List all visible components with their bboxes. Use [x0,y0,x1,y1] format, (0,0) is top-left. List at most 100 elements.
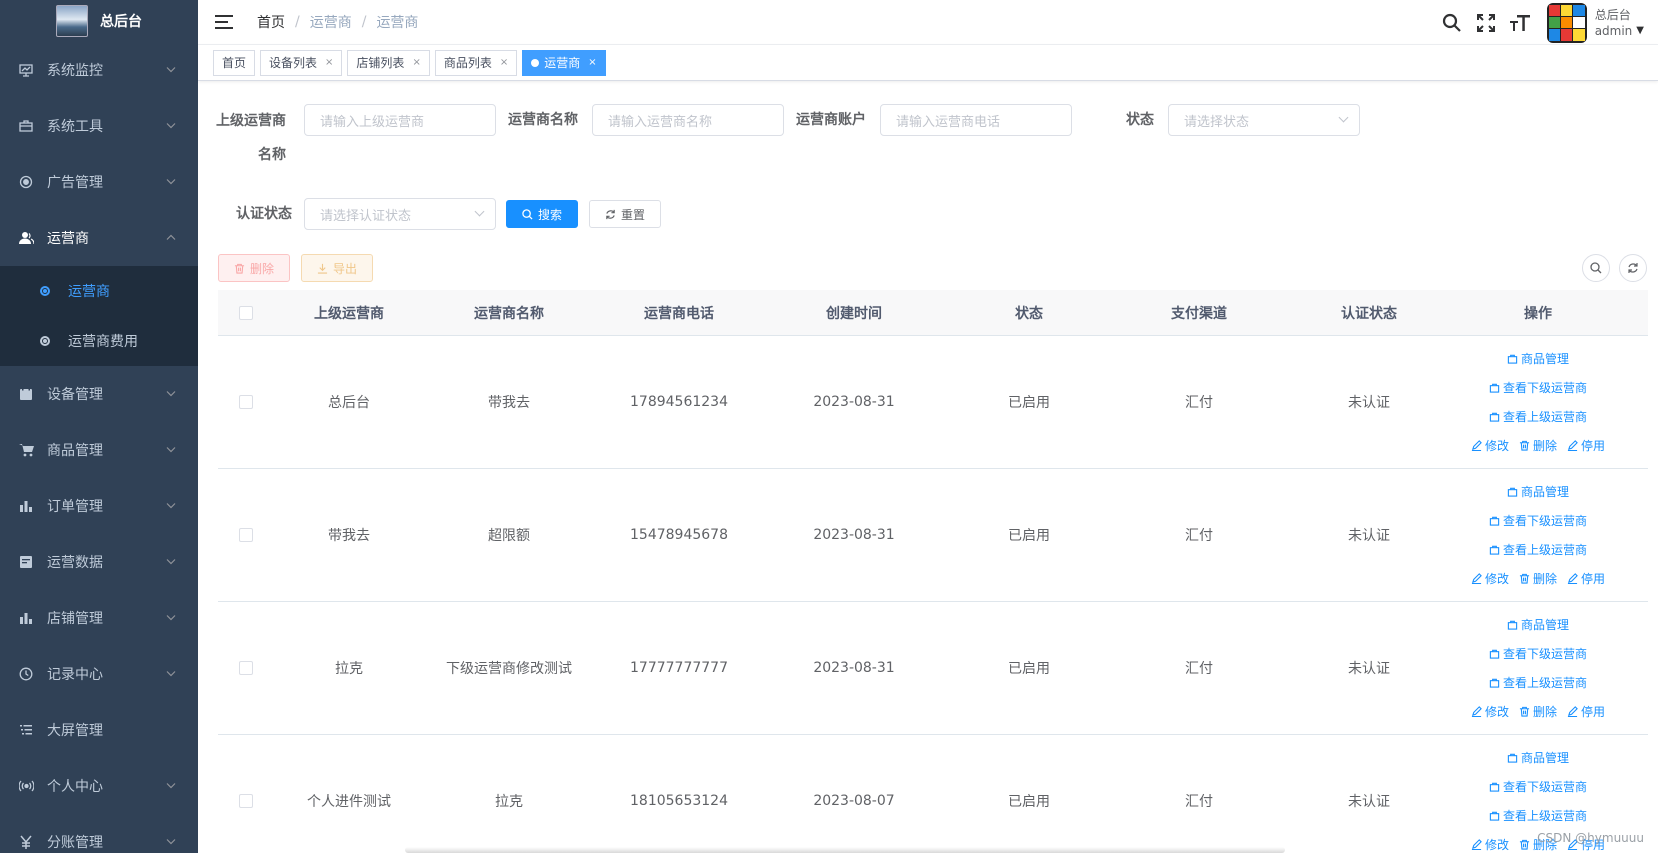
view-parent-operator-link[interactable]: 查看上级运营商 [1489,807,1587,824]
operator-name-label: 运营商名称 [508,112,578,128]
search-button[interactable]: 搜索 [506,200,579,228]
menu-item-split-management[interactable]: 分账管理 [0,814,198,853]
delete-link[interactable]: 删除 [1519,570,1557,587]
goods-management-link[interactable]: 商品管理 [1507,350,1569,367]
view-parent-operator-link[interactable]: 查看上级运营商 [1489,674,1587,691]
user-info[interactable]: 总后台 admin [1595,7,1633,39]
op-label: 停用 [1581,439,1606,453]
operator-name-input[interactable]: 请输入运营商名称 [592,104,784,136]
menu-item-system-monitor[interactable]: 系统监控 [0,42,198,98]
horizontal-scrollbar[interactable] [405,847,1285,853]
menu-item-operator[interactable]: 运营商 [0,210,198,266]
op-label: 查看下级运营商 [1502,381,1587,395]
delete-link[interactable]: 删除 [1519,437,1557,454]
view-sub-operator-link[interactable]: 查看下级运营商 [1489,645,1587,662]
goods-management-link[interactable]: 商品管理 [1507,616,1569,633]
menu-item-screen-management[interactable]: 大屏管理 [0,702,198,758]
menu-item-system-tools[interactable]: 系统工具 [0,98,198,154]
delete-button-label: 删除 [250,261,275,276]
menu-item-order-management[interactable]: 订单管理 [0,478,198,534]
auth-status-select[interactable]: 请选择认证状态 [304,198,496,230]
reset-button[interactable]: 重置 [589,200,662,228]
avatar[interactable] [1546,2,1587,43]
export-button[interactable]: 导出 [301,254,374,282]
close-icon[interactable]: × [588,57,596,68]
edit-link[interactable]: 修改 [1471,836,1509,853]
close-icon[interactable]: × [325,57,333,68]
caret-down-icon[interactable]: ▼ [1636,25,1644,36]
menu-item-personal-center[interactable]: 个人中心 [0,758,198,814]
menu-item-device-management[interactable]: 设备管理 [0,366,198,422]
tag-device-list[interactable]: 设备列表 × [260,49,343,76]
font-size-icon[interactable] [1509,12,1531,34]
parent-operator-input[interactable]: 请输入上级运营商 [304,104,496,136]
view-parent-operator-link[interactable]: 查看上级运营商 [1489,541,1587,558]
view-sub-operator-link[interactable]: 查看下级运营商 [1489,379,1587,396]
table-row: 总后台 带我去 17894561234 2023-08-31 已启用 汇付 未认… [218,336,1648,469]
goods-management-link[interactable]: 商品管理 [1507,483,1569,500]
row-checkbox[interactable] [239,794,253,808]
cell-parent: 拉克 [335,661,363,677]
toggle-search-button[interactable] [1582,254,1610,282]
hamburger-icon[interactable] [215,15,233,29]
tag-shop-list[interactable]: 店铺列表 × [347,49,430,76]
op-label: 商品管理 [1520,352,1569,366]
operator-account-input[interactable]: 请输入运营商电话 [880,104,1072,136]
column-header: 运营商名称 [474,305,544,322]
view-sub-operator-link[interactable]: 查看下级运营商 [1489,512,1587,529]
breadcrumb-item-home[interactable]: 首页 [257,12,285,32]
breadcrumb: 首页 / 运营商 / 运营商 [257,12,418,32]
bag-icon [1507,620,1518,630]
bag-icon [1507,354,1518,364]
sidebar-logo[interactable]: 总后台 [0,0,198,42]
delete-link[interactable]: 删除 [1519,703,1557,720]
user-name: 总后台 [1594,7,1631,22]
tag-operator[interactable]: 运营商 × [522,49,606,76]
chevron-down-icon [166,177,176,188]
status-select[interactable]: 请选择状态 [1168,104,1360,136]
close-icon[interactable]: × [412,57,420,68]
search-icon[interactable] [1441,12,1463,34]
view-sub-operator-link[interactable]: 查看下级运营商 [1489,778,1587,795]
reset-button-label: 重置 [621,207,646,222]
bag-icon [1489,412,1500,422]
cell-created: 2023-08-31 [813,660,895,676]
submenu-item-operator[interactable]: 运营商 [0,266,198,316]
menu-item-goods-management[interactable]: 商品管理 [0,422,198,478]
menu-item-record-center[interactable]: 记录中心 [0,646,198,702]
select-all-checkbox[interactable] [239,305,253,320]
chevron-down-icon [1338,112,1349,123]
menu-item-ad-management[interactable]: 广告管理 [0,154,198,210]
tag-home[interactable]: 首页 [213,49,256,76]
edit-link[interactable]: 修改 [1471,703,1509,720]
user-role: admin [1594,23,1633,38]
parent-operator-placeholder: 请输入上级运营商 [320,114,425,130]
tag-goods-list[interactable]: 商品列表 × [434,49,518,76]
trash-icon [1519,706,1530,717]
delete-button[interactable]: 删除 [218,254,291,282]
row-checkbox[interactable] [239,661,253,675]
fullscreen-icon[interactable] [1475,12,1497,34]
submenu-item-operator-fee[interactable]: 运营商费用 [0,316,198,366]
calendar-icon [18,386,34,402]
menu-item-shop-management[interactable]: 店铺管理 [0,590,198,646]
search-icon [1590,262,1602,274]
row-checkbox[interactable] [239,395,253,409]
goods-management-link[interactable]: 商品管理 [1507,749,1569,766]
op-label: 查看上级运营商 [1502,809,1587,823]
cell-ops: 商品管理 查看下级运营商 查看上级运营商 修改 删除 停用 [1454,350,1622,454]
chevron-down-icon [166,501,176,512]
row-checkbox[interactable] [239,528,253,542]
edit-link[interactable]: 修改 [1471,570,1509,587]
view-parent-operator-link[interactable]: 查看上级运营商 [1489,408,1587,425]
op-label: 修改 [1484,572,1509,586]
edit-link[interactable]: 修改 [1471,437,1509,454]
close-icon[interactable]: × [500,57,508,68]
refresh-table-button[interactable] [1619,254,1647,282]
disable-link[interactable]: 停用 [1567,437,1605,454]
menu-item-operation-data[interactable]: 运营数据 [0,534,198,590]
submenu-label: 运营商费用 [68,334,138,350]
disable-link[interactable]: 停用 [1567,570,1605,587]
menu-label: 系统工具 [47,119,103,135]
disable-link[interactable]: 停用 [1567,703,1605,720]
